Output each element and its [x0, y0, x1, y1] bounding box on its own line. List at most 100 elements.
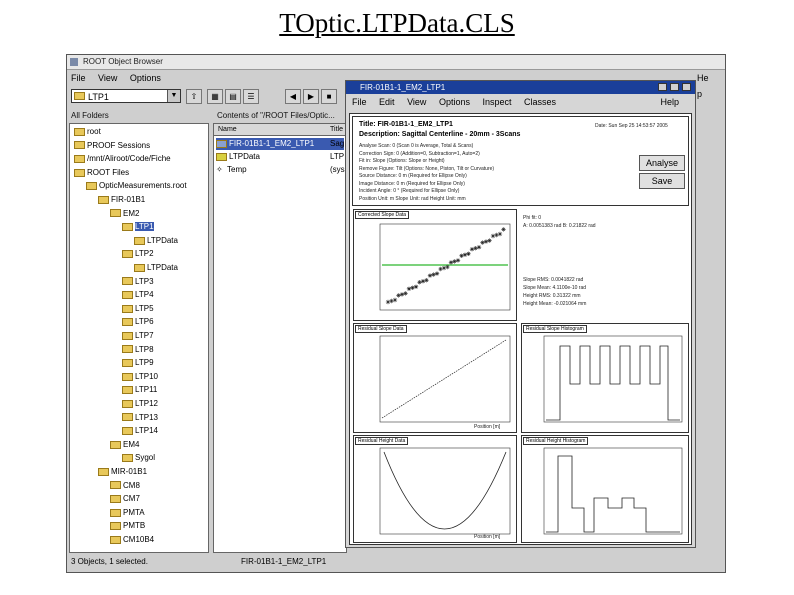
tree-item[interactable]: Sygol — [122, 452, 155, 464]
tree-item[interactable]: LTPData — [134, 262, 178, 274]
menu-file[interactable]: File — [71, 73, 86, 83]
tree-item[interactable]: /mnt/Aliroot/Code/Fiche — [74, 153, 171, 165]
status-bar: 3 Objects, 1 selected. FIR-01B1-1_EM2_LT… — [69, 555, 723, 569]
minimize-icon[interactable] — [658, 83, 667, 91]
plot-canvas[interactable]: Title: FIR-01B1-1_EM2_LTP1 Date: Sun Sep… — [349, 113, 692, 545]
up-folder-icon[interactable]: ⇧ — [186, 89, 202, 104]
tree-item-label: EM2 — [123, 208, 140, 218]
column-name[interactable]: Name — [218, 124, 237, 135]
column-title[interactable]: Title — [330, 124, 343, 135]
folder-icon — [122, 223, 133, 232]
tree-item[interactable]: PMTB — [110, 520, 145, 532]
canvas-menu-view[interactable]: View — [407, 97, 426, 107]
tree-item[interactable]: ROOT Files — [74, 167, 129, 179]
chevron-down-icon[interactable]: ▼ — [167, 90, 180, 102]
tree-item[interactable]: LTP9 — [122, 357, 154, 369]
list-item-title: (sys — [330, 165, 345, 174]
tree-item-label: CM7 — [123, 494, 140, 504]
menu-options[interactable]: Options — [130, 73, 161, 83]
tree-item[interactable]: LTP6 — [122, 316, 154, 328]
canvas-menu-edit[interactable]: Edit — [379, 97, 395, 107]
param-line: Incident Angle: 0 ° (Required for Ellips… — [359, 188, 460, 194]
info-panel: Title: FIR-01B1-1_EM2_LTP1 Date: Sun Sep… — [352, 116, 689, 206]
tree-item[interactable]: LTP1 — [122, 221, 154, 233]
analyse-button[interactable]: Analyse — [639, 155, 685, 171]
star-marker — [438, 266, 443, 272]
tree-item[interactable]: LTP5 — [122, 303, 154, 315]
tree-item[interactable]: LTP14 — [122, 425, 158, 437]
folder-icon — [122, 413, 133, 422]
tree-item[interactable]: LTP7 — [122, 330, 154, 342]
save-button[interactable]: Save — [639, 173, 685, 189]
stop-icon[interactable]: ■ — [321, 89, 337, 104]
menu-view[interactable]: View — [98, 73, 117, 83]
fit-line: Slope RMS: 0.0041822 rad — [523, 277, 584, 283]
tree-item[interactable]: FIR-01B1 — [98, 194, 145, 206]
list-item[interactable]: LTPData LTP — [216, 151, 344, 163]
folder-icon — [122, 345, 133, 354]
param-line: Remove Figure: Tilt (Options: None, Pist… — [359, 165, 495, 172]
canvas-menu-classes[interactable]: Classes — [524, 97, 556, 107]
canvas-title: FIR-01B1-1_EM2_LTP1 — [360, 83, 446, 92]
canvas-menu-help[interactable]: Help — [660, 94, 679, 110]
canvas-menu-inspect[interactable]: Inspect — [482, 97, 511, 107]
tree-item-label: LTP13 — [135, 412, 158, 422]
tree-item[interactable]: LTP2 — [122, 248, 154, 260]
tree-item[interactable]: LTP11 — [122, 384, 157, 396]
canvas-icon — [216, 139, 227, 148]
detail-view-icon[interactable]: ☰ — [243, 89, 259, 104]
maximize-icon[interactable] — [670, 83, 679, 91]
star-marker — [403, 291, 408, 296]
tree-item[interactable]: CM10B4 — [110, 534, 154, 546]
tree-item[interactable]: CM8 — [110, 480, 140, 492]
tree-item[interactable]: PMTA — [110, 507, 145, 519]
tree-item[interactable]: MIR-01B1 — [98, 466, 147, 478]
back-icon[interactable]: ◀ — [285, 89, 301, 104]
tree-item[interactable]: EM2 — [110, 208, 139, 220]
tree-item-label: CM10B4 — [123, 535, 155, 544]
folder-icon — [122, 359, 133, 368]
list-item[interactable]: FIR-01B1-1_EM2_LTP1 Sag — [216, 138, 344, 150]
star-marker — [459, 253, 464, 258]
tree-item[interactable]: LTP4 — [122, 289, 154, 301]
tree-item[interactable]: LTP12 — [122, 398, 158, 410]
close-icon[interactable] — [682, 83, 691, 91]
folder-icon — [122, 318, 133, 327]
tree-item[interactable]: root — [74, 126, 101, 138]
tree-item-label: LTP8 — [135, 344, 154, 354]
canvas-menu-file[interactable]: File — [352, 97, 367, 107]
tree-item[interactable]: PROOF Sessions — [74, 140, 150, 152]
tree-item[interactable]: LTP8 — [122, 344, 154, 356]
tree-item[interactable]: LTPData — [134, 235, 178, 247]
status-right: FIR-01B1-1_EM2_LTP1 — [241, 557, 327, 566]
star-marker — [480, 240, 485, 245]
tree-item[interactable]: CM7 — [110, 493, 140, 505]
folder-icon — [74, 155, 85, 164]
tree-item[interactable]: LTP13 — [122, 412, 158, 424]
folder-combo[interactable]: LTP1 ▼ — [71, 89, 181, 103]
tree-item[interactable]: EM4 — [110, 439, 139, 451]
star-marker — [417, 280, 422, 285]
canvas-titlebar: FIR-01B1-1_EM2_LTP1 — [346, 81, 695, 94]
slope-histogram-svg — [543, 335, 683, 423]
star-marker — [392, 297, 398, 303]
list-item[interactable]: ✧ Temp (sys — [216, 164, 345, 176]
list-view-icon[interactable]: ▦ — [207, 89, 223, 104]
residual-height-histogram: Residual Height Histogram — [521, 435, 689, 543]
star-marker — [406, 286, 412, 291]
tree-item[interactable]: LTP10 — [122, 371, 158, 383]
star-marker — [490, 233, 496, 239]
tree-item-label: LTP5 — [135, 303, 154, 313]
star-marker — [462, 252, 468, 257]
canvas-menu-options[interactable]: Options — [439, 97, 470, 107]
star-marker — [452, 259, 457, 264]
param-line: Position Unit: m Slope Unit: rad Height … — [359, 195, 466, 202]
forward-icon[interactable]: ▶ — [303, 89, 319, 104]
fit-line: Slope Mean: 4.1100e-10 rad — [523, 285, 587, 291]
star-marker — [448, 260, 454, 265]
tree-item[interactable]: OpticMeasurements.root — [86, 180, 187, 192]
tree-item-label: PMTA — [123, 507, 145, 517]
grid-view-icon[interactable]: ▤ — [225, 89, 241, 104]
tree-item[interactable]: LTP3 — [122, 276, 154, 288]
star-marker — [497, 231, 503, 237]
